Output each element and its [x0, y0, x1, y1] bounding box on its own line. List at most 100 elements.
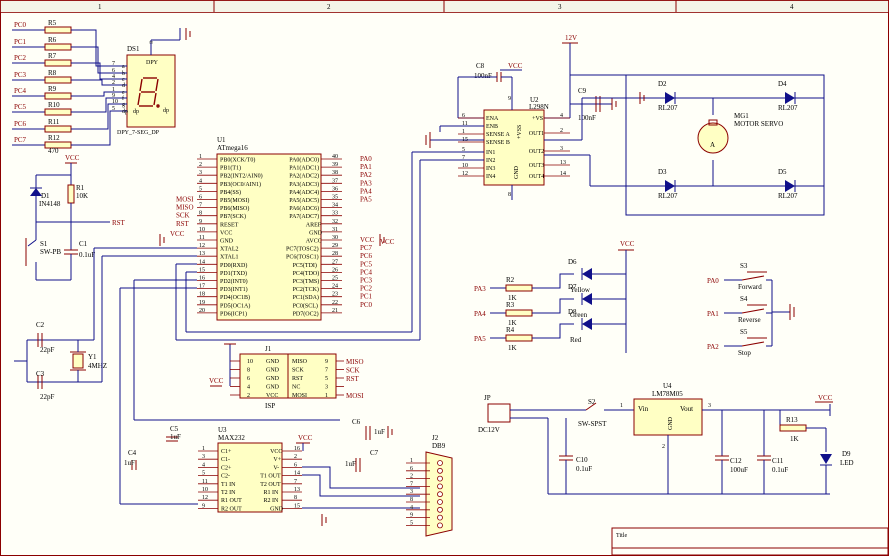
- u1-right-pin-name: PA2(ADC2): [289, 173, 319, 180]
- u4-gnd: GND: [668, 416, 674, 430]
- u1-left-pin-name: PB7(SCK): [220, 213, 246, 220]
- ds1-net-label: PC2: [14, 54, 27, 62]
- ds1-seg-letter: g: [122, 102, 125, 108]
- ds1-resistor-value: 470: [48, 147, 59, 155]
- isp-left-number: 6: [247, 376, 250, 382]
- u2-left-pin-name: SENSE B: [486, 140, 510, 146]
- u1-right-pin-name: AVCC: [306, 239, 322, 245]
- c9-value: 100nF: [578, 114, 596, 122]
- u2-left-pin-number: 10: [462, 163, 468, 169]
- u1-right-pin-name: PC6(TOSC1): [286, 254, 319, 261]
- u3-left-pin-name: C1+: [221, 449, 232, 455]
- u1-left-pin-name: PD4(OC1B): [220, 294, 250, 301]
- u2-left-pin-name: IN1: [486, 150, 495, 156]
- u2-vss-pin: 9: [508, 96, 511, 102]
- j2-name: DB9: [432, 442, 446, 450]
- u1-right-pin-name: PC2(TCK): [293, 286, 319, 293]
- u1-ref: U1: [217, 136, 226, 144]
- switch-label: Stop: [738, 349, 751, 357]
- u1-right-pin-name: PA0(ADC0): [289, 157, 319, 164]
- u1-right-pin-number: 37: [332, 178, 338, 184]
- u1-right-pin-number: 29: [332, 243, 338, 249]
- u1-right-pin-name: PA1(ADC1): [289, 165, 319, 172]
- u1-left-pin-number: 15: [199, 267, 205, 273]
- u3-rx-route: [302, 474, 420, 497]
- u2-left-pin-number: 15: [462, 137, 468, 143]
- u1-left-pin-number: 8: [199, 211, 202, 217]
- u1-right-pin-number: 21: [332, 308, 338, 314]
- u3-left-pin-number: 9: [202, 503, 205, 509]
- switch-ref: S5: [740, 328, 748, 336]
- db9-pin-dot: [437, 483, 443, 490]
- vcc-u2: VCC: [508, 62, 523, 70]
- db9-pin-dot: [437, 499, 443, 505]
- u1-right-pin-name: PC1(SDA): [293, 294, 319, 301]
- c10-ref: C10: [576, 456, 588, 464]
- isp-net: SCK: [346, 367, 360, 375]
- u2-right-pin-number: 4: [560, 113, 563, 119]
- u1-left-pin-name: PB5(MOSI): [220, 197, 249, 204]
- u1-right-pin-name: PC5(TDI): [293, 262, 317, 269]
- u1-left-pin-number: 19: [199, 300, 205, 306]
- v12-label: 12V: [565, 34, 577, 42]
- vcc-psu: VCC: [818, 394, 833, 402]
- u1-right-pin-name: PA3(ADC3): [289, 181, 319, 188]
- ds1-seg-letter: dp: [122, 109, 128, 115]
- u1-right-net: PA2: [360, 171, 372, 179]
- isp-net: MISO: [346, 358, 364, 366]
- vcc-reset: VCC: [65, 154, 80, 162]
- u1-right-pin-number: 28: [332, 251, 338, 257]
- u1-left-pin-name: GND: [220, 239, 234, 245]
- ds1-dp: dp: [133, 109, 139, 115]
- led-net: PA3: [474, 285, 486, 293]
- u3-right-pin-name: T2 OUT: [260, 482, 281, 488]
- ds1-resistor: [44, 59, 72, 67]
- u1-right-pin-number: 22: [332, 300, 338, 306]
- ds1-resistor: [44, 92, 72, 100]
- u1-right-net: PC4: [360, 268, 373, 276]
- u1-left-pin-name: XTAL1: [220, 255, 239, 261]
- u3-left-pin-number: 4: [202, 462, 205, 468]
- s2-ref: S2: [588, 398, 596, 406]
- isp-left-name: GND: [266, 385, 280, 391]
- c8-ref: C8: [476, 62, 485, 70]
- u2-left-pin-name: ENB: [486, 124, 498, 130]
- led-diode: [582, 318, 592, 330]
- ds1-net-label: PC4: [14, 87, 27, 95]
- ds1-resistor-ref: R6: [48, 36, 57, 44]
- u1-right-net: PC1: [360, 293, 373, 301]
- switch-lever: [741, 341, 765, 347]
- u3-right-pin-number: 8: [294, 495, 297, 501]
- u1-right-pin-name: PC7(TOSC2): [286, 246, 319, 253]
- switch-net: PA1: [707, 310, 719, 318]
- ds1-route: [71, 97, 127, 113]
- u1-left-pin-name: PB4(SS): [220, 189, 241, 196]
- led-ref: D8: [568, 308, 577, 316]
- isp-left-name: GND: [266, 368, 280, 374]
- isp-net: RST: [346, 375, 360, 383]
- c2-ref: C2: [36, 321, 45, 329]
- u1-left-pin-number: 9: [199, 219, 202, 225]
- vcc-led: VCC: [620, 240, 635, 248]
- u1-left-pin-name: XTAL2: [220, 247, 239, 253]
- isp-right-number: 7: [325, 368, 328, 374]
- ds1-route: [71, 103, 127, 130]
- led-resistor-ref: R2: [506, 276, 515, 284]
- u1-left-pin-number: 16: [199, 276, 205, 282]
- isp-right-name: NC: [292, 385, 300, 391]
- ds1-resistor: [44, 43, 72, 51]
- ds1-net-label: PC1: [14, 38, 27, 46]
- column-4-label: 4: [790, 3, 794, 11]
- u3-ref: U3: [218, 426, 227, 434]
- u1-left-net: MOSI: [176, 196, 194, 204]
- u1-right-net: PA4: [360, 187, 372, 195]
- motor-diode: [665, 180, 675, 192]
- u2-part: L298N: [529, 103, 549, 111]
- motor-diode-ref: D2: [658, 80, 667, 88]
- r1-value: 10K: [76, 192, 88, 200]
- ds1-resistor-ref: R12: [48, 134, 60, 142]
- u2-gnd: GND: [514, 165, 520, 179]
- u4-value: LM78M05: [652, 390, 683, 398]
- r13-ref: R13: [786, 416, 798, 424]
- led-net: PA4: [474, 310, 486, 318]
